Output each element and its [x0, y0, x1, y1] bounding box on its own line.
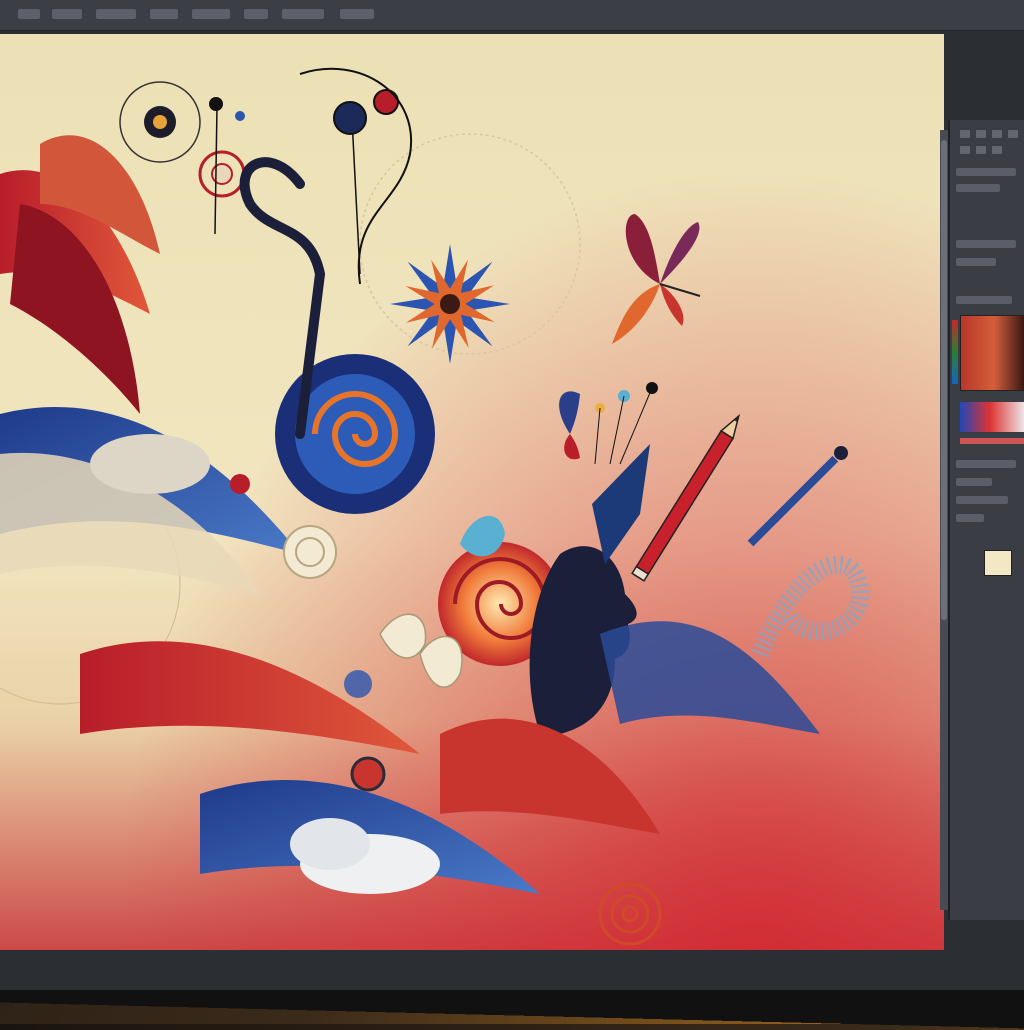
- panel-row[interactable]: [956, 184, 1000, 192]
- balloon-dot: [333, 101, 367, 135]
- scroll-thumb[interactable]: [941, 140, 947, 620]
- menu-item[interactable]: [244, 9, 268, 19]
- cloud-shape: [290, 818, 370, 870]
- artwork: [0, 67, 870, 946]
- panel-tab[interactable]: [960, 146, 970, 154]
- color-picker[interactable]: [960, 315, 1024, 391]
- tendril-stroke: [239, 157, 326, 439]
- balloon-dot: [209, 97, 223, 111]
- panel-row[interactable]: [956, 478, 992, 486]
- menu-bar: [0, 0, 1024, 31]
- panel-row[interactable]: [956, 496, 1008, 504]
- brush-icon: [747, 445, 849, 547]
- dotted-wave: [751, 555, 870, 658]
- menu-item[interactable]: [192, 9, 230, 19]
- leaf-shape: [419, 635, 463, 688]
- menu-item[interactable]: [18, 9, 40, 19]
- panel-row[interactable]: [956, 296, 1012, 304]
- menu-item[interactable]: [52, 9, 82, 19]
- panel-row[interactable]: [956, 168, 1016, 176]
- small-spiral: [283, 525, 337, 579]
- menu-item[interactable]: [340, 9, 374, 19]
- monitor: [0, 0, 1024, 1030]
- butterfly-icon: [559, 391, 580, 460]
- accent-dot: [230, 474, 250, 494]
- panel-tab[interactable]: [992, 130, 1002, 138]
- menu-item[interactable]: [150, 9, 178, 19]
- swatch-stripe[interactable]: [960, 438, 1024, 444]
- tools-panel: [948, 120, 1024, 920]
- ribbon-shape: [440, 718, 660, 834]
- fill-color-swatch[interactable]: [984, 550, 1012, 576]
- swatch-bar[interactable]: [960, 402, 1024, 432]
- balloon-dot: [373, 89, 399, 115]
- menu-item[interactable]: [282, 9, 324, 19]
- panel-tab[interactable]: [976, 146, 986, 154]
- app-window: [0, 0, 1024, 990]
- flower-icon: [390, 244, 510, 364]
- panel-row[interactable]: [956, 460, 1016, 468]
- panel-tab[interactable]: [1008, 130, 1018, 138]
- accent-dot: [350, 756, 386, 792]
- panel-tab[interactable]: [960, 130, 970, 138]
- panel-row[interactable]: [956, 258, 996, 266]
- ribbon-shape: [600, 621, 820, 734]
- pencil-icon: [631, 413, 741, 582]
- eye-ring: [153, 115, 167, 129]
- ribbon-shape: [80, 641, 420, 754]
- balloon-dot: [235, 111, 245, 121]
- spiral-icon: [598, 882, 662, 946]
- panel-row[interactable]: [956, 240, 1016, 248]
- butterfly-icon: [612, 214, 701, 344]
- accent-dot: [344, 670, 372, 698]
- panel-tab[interactable]: [976, 130, 986, 138]
- menu-item[interactable]: [96, 9, 136, 19]
- artwork-canvas[interactable]: [0, 34, 944, 950]
- leaf-shape: [379, 613, 427, 659]
- panel-tab[interactable]: [992, 146, 1002, 154]
- target-ring: [211, 163, 233, 185]
- cloud-shape: [90, 434, 210, 494]
- hue-slider[interactable]: [952, 320, 958, 384]
- panel-row[interactable]: [956, 514, 984, 522]
